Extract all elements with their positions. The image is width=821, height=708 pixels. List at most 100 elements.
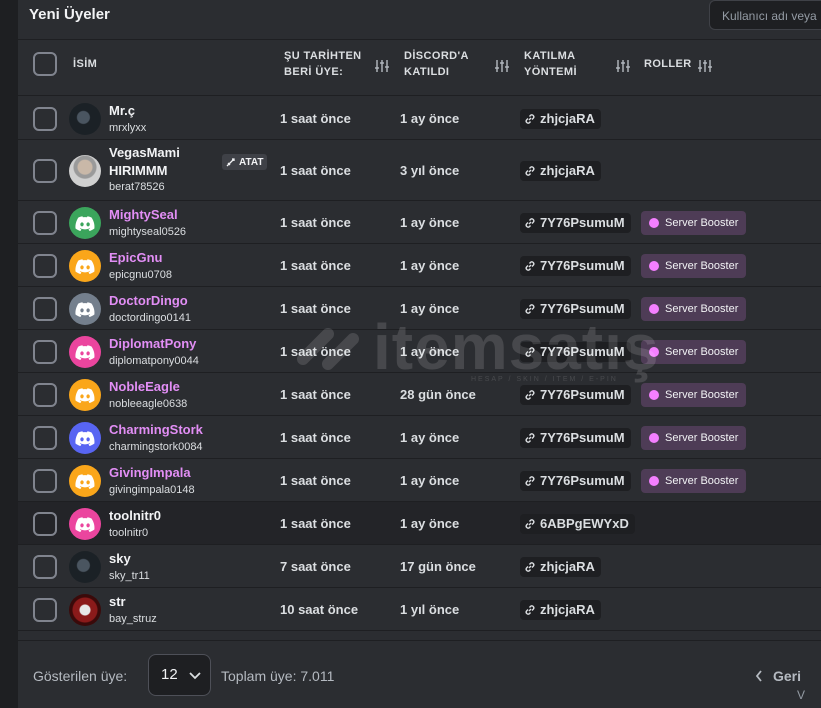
role-chip[interactable]: Server Booster [641, 382, 747, 407]
column-discord-joined-line1: DİSCORD'A [404, 50, 469, 62]
discord-avatar-icon[interactable] [69, 464, 101, 497]
page-size-select[interactable]: 12 [148, 654, 211, 696]
table-row[interactable]: NobleEagle nobleeagle0638 1 saat önce 28 gü… [18, 373, 821, 416]
role-color-dot [649, 475, 659, 486]
discord-avatar-icon[interactable] [69, 507, 101, 540]
member-display-name[interactable]: Mr.ç [109, 102, 135, 120]
discord-avatar-icon[interactable] [69, 292, 101, 325]
member-username: nobleeagle0638 [109, 397, 188, 410]
filter-icon[interactable] [375, 59, 389, 73]
row-checkbox[interactable] [33, 597, 57, 622]
member-display-name[interactable]: DiplomatPony [109, 335, 196, 353]
invite-code-chip[interactable]: 6ABPgEWYxD [520, 513, 635, 534]
member-since-cell: 1 saat önce [280, 429, 351, 445]
table-row[interactable]: CharmingStork charmingstork0084 1 saat önc… [18, 416, 821, 459]
member-display-name[interactable]: GivingImpala [109, 464, 191, 482]
member-display-name[interactable]: NobleEagle [109, 378, 180, 396]
row-checkbox[interactable] [33, 253, 57, 278]
invite-code-chip[interactable]: 7Y76PsumuM [520, 427, 631, 448]
member-display-name[interactable]: sky [109, 550, 131, 568]
member-username: doctordingo0141 [109, 311, 191, 324]
role-chip[interactable]: Server Booster [641, 425, 747, 450]
column-member-since-line1: ŞU TARİHTEN [284, 50, 362, 62]
column-name[interactable]: İSİM [73, 56, 97, 72]
member-username: diplomatpony0044 [109, 354, 199, 367]
invite-code-chip[interactable]: 7Y76PsumuM [520, 298, 631, 319]
invite-code-chip[interactable]: 7Y76PsumuM [520, 212, 631, 233]
column-member-since[interactable]: ŞU TARİHTEN BERİ ÜYE: [284, 48, 362, 80]
role-chip[interactable]: Server Booster [641, 253, 747, 278]
column-discord-joined-line2: KATILDI [404, 66, 450, 78]
table-row[interactable]: EpicGnu epicgnu0708 1 saat önce 1 ay önce 7Y… [18, 244, 821, 287]
invite-code-chip[interactable]: zhjcjaRA [520, 556, 601, 577]
invite-code-chip[interactable]: 7Y76PsumuM [520, 384, 631, 405]
discord-avatar-icon[interactable] [69, 335, 101, 368]
invite-code-chip[interactable]: 7Y76PsumuM [520, 341, 631, 362]
role-chip[interactable]: Server Booster [641, 468, 747, 493]
row-checkbox[interactable] [33, 511, 57, 536]
row-checkbox[interactable] [33, 296, 57, 321]
filter-icon[interactable] [616, 59, 630, 73]
invite-code: 7Y76PsumuM [540, 258, 625, 273]
table-row[interactable]: GivingImpala givingimpala0148 1 saat önce 1… [18, 459, 821, 502]
table-row[interactable]: MightySeal mightyseal0526 1 saat önce 1 ay … [18, 201, 821, 244]
role-name: Server Booster [665, 431, 739, 444]
avatar[interactable] [69, 154, 101, 187]
discord-avatar-icon[interactable] [69, 206, 101, 239]
table-row[interactable]: sky sky_tr11 7 saat önce 17 gün önce zhjcjaR… [18, 545, 821, 588]
table-row[interactable]: toolnitr0 toolnitr0 1 saat önce 1 ay önce 6A… [18, 502, 821, 545]
column-discord-joined[interactable]: DİSCORD'A KATILDI [404, 48, 469, 80]
member-display-name[interactable]: DoctorDingo [109, 292, 188, 310]
search-input[interactable]: Kullanıcı adı veya [709, 0, 821, 30]
table-row[interactable]: str bay_struz 10 saat önce 1 yıl önce zhjcja… [18, 588, 821, 631]
member-display-name[interactable]: VegasMami HIRIMMM [109, 144, 180, 180]
invite-code-chip[interactable]: zhjcjaRA [520, 108, 601, 129]
member-display-name[interactable]: MightySeal [109, 206, 178, 224]
row-checkbox[interactable] [33, 106, 57, 131]
member-display-name[interactable]: CharmingStork [109, 421, 203, 439]
invite-code-chip[interactable]: 7Y76PsumuM [520, 255, 631, 276]
row-checkbox[interactable] [33, 468, 57, 493]
discord-joined-cell: 3 yıl önce [400, 162, 460, 178]
member-since-cell: 7 saat önce [280, 558, 351, 574]
member-display-name[interactable]: toolnitr0 [109, 507, 161, 525]
avatar[interactable] [69, 593, 101, 626]
table-row[interactable]: DiplomatPony diplomatpony0044 1 saat önce 1… [18, 330, 821, 373]
member-username: givingimpala0148 [109, 483, 195, 496]
row-checkbox[interactable] [33, 554, 57, 579]
back-button[interactable]: Geri [755, 668, 801, 684]
row-checkbox[interactable] [33, 339, 57, 364]
invite-code-chip[interactable]: zhjcjaRA [520, 599, 601, 620]
filter-icon[interactable] [495, 59, 509, 73]
member-display-name[interactable]: str [109, 593, 126, 611]
table-row[interactable]: VegasMami HIRIMMM berat78526 ATAT 1 saat önc… [18, 140, 821, 201]
page-size-value: 12 [161, 666, 178, 683]
member-since-cell: 1 saat önce [280, 343, 351, 359]
invite-code-chip[interactable]: 7Y76PsumuM [520, 470, 631, 491]
row-checkbox[interactable] [33, 382, 57, 407]
discord-avatar-icon[interactable] [69, 249, 101, 282]
member-display-name[interactable]: EpicGnu [109, 249, 162, 267]
role-chip[interactable]: Server Booster [641, 210, 747, 235]
avatar[interactable] [69, 102, 101, 135]
discord-avatar-icon[interactable] [69, 378, 101, 411]
discord-avatar-icon[interactable] [69, 421, 101, 454]
member-since-cell: 1 saat önce [280, 110, 351, 126]
role-chip[interactable]: Server Booster [641, 339, 747, 364]
column-join-method[interactable]: KATILMA YÖNTEMİ [524, 48, 577, 80]
column-roles[interactable]: ROLLER [644, 56, 692, 72]
select-all-checkbox[interactable] [33, 52, 57, 76]
invite-code: zhjcjaRA [540, 163, 595, 178]
row-checkbox[interactable] [33, 158, 57, 183]
row-checkbox[interactable] [33, 210, 57, 235]
invite-code: 7Y76PsumuM [540, 473, 625, 488]
role-chip[interactable]: Server Booster [641, 296, 747, 321]
invite-code-chip[interactable]: zhjcjaRA [520, 160, 601, 181]
members-panel: Yeni Üyeler Kullanıcı adı veya İSİM ŞU T… [18, 0, 821, 708]
table-row[interactable]: DoctorDingo doctordingo0141 1 saat önce 1 a… [18, 287, 821, 330]
filter-icon[interactable] [698, 59, 712, 73]
avatar[interactable] [69, 550, 101, 583]
row-checkbox[interactable] [33, 425, 57, 450]
table-row[interactable]: Mr.ç mrxlyxx 1 saat önce 1 ay önce zhjcjaRA [18, 97, 821, 140]
member-since-cell: 1 saat önce [280, 515, 351, 531]
